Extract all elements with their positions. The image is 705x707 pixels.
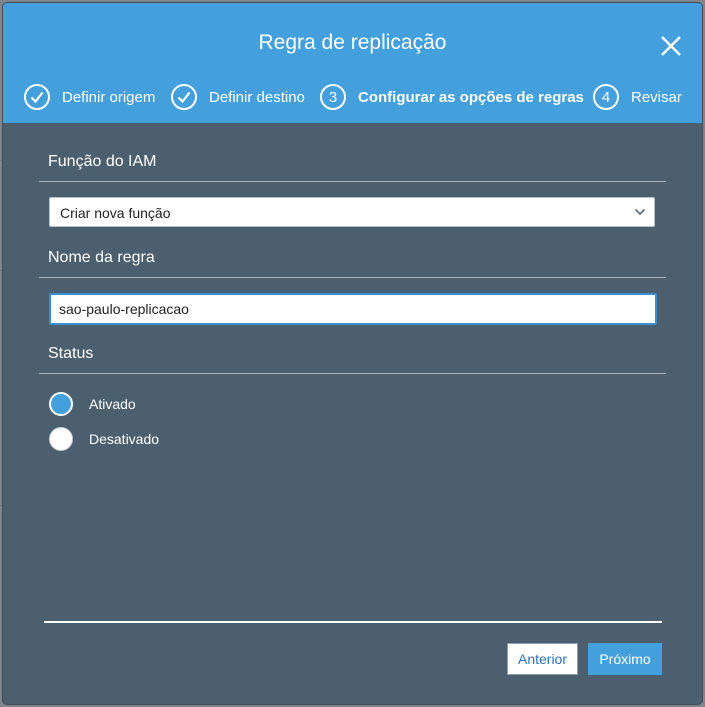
close-button[interactable] — [658, 33, 684, 59]
step-configure-rule-options[interactable]: 3 Configurar as opções de regras — [320, 83, 584, 111]
step-number-badge: 3 — [320, 84, 346, 110]
check-circle-icon — [24, 84, 50, 110]
previous-button[interactable]: Anterior — [507, 643, 578, 675]
step-number-badge: 4 — [593, 84, 619, 110]
iam-role-label: Função do IAM — [48, 153, 157, 170]
radio-label: Ativado — [89, 396, 136, 412]
close-icon — [661, 36, 681, 56]
step-label: Definir origem — [62, 88, 156, 106]
section-divider — [39, 373, 666, 374]
iam-role-select[interactable]: Criar nova função — [49, 197, 655, 227]
modal-header: Regra de replicação Definir origem Defin… — [3, 3, 702, 123]
radio-disabled[interactable] — [49, 427, 73, 451]
replication-rule-modal: Regra de replicação Definir origem Defin… — [3, 3, 702, 704]
status-enabled-option[interactable]: Ativado — [49, 391, 136, 417]
step-number: 4 — [601, 88, 611, 106]
step-label: Revisar — [631, 88, 682, 106]
step-define-source[interactable]: Definir origem — [24, 83, 155, 111]
step-label: Definir destino — [209, 88, 305, 106]
section-divider — [39, 181, 666, 182]
footer-divider — [44, 621, 662, 623]
rule-name-label: Nome da regra — [48, 249, 155, 266]
modal-title: Regra de replicação — [258, 31, 447, 54]
status-label: Status — [48, 345, 94, 362]
radio-enabled[interactable] — [49, 392, 73, 416]
next-button[interactable]: Próximo — [588, 643, 662, 675]
step-review[interactable]: 4 Revisar — [593, 83, 682, 111]
step-label: Configurar as opções de regras — [358, 88, 584, 106]
step-define-destination[interactable]: Definir destino — [171, 83, 305, 111]
iam-role-selected-value: Criar nova função — [60, 205, 171, 221]
section-divider — [39, 277, 666, 278]
chevron-down-icon — [634, 208, 646, 216]
step-number: 3 — [328, 88, 338, 106]
check-circle-icon — [171, 84, 197, 110]
rule-name-input[interactable] — [49, 293, 657, 325]
status-disabled-option[interactable]: Desativado — [49, 426, 159, 452]
radio-label: Desativado — [89, 431, 160, 447]
wizard-steps: Definir origem Definir destino 3 Configu… — [3, 83, 702, 113]
